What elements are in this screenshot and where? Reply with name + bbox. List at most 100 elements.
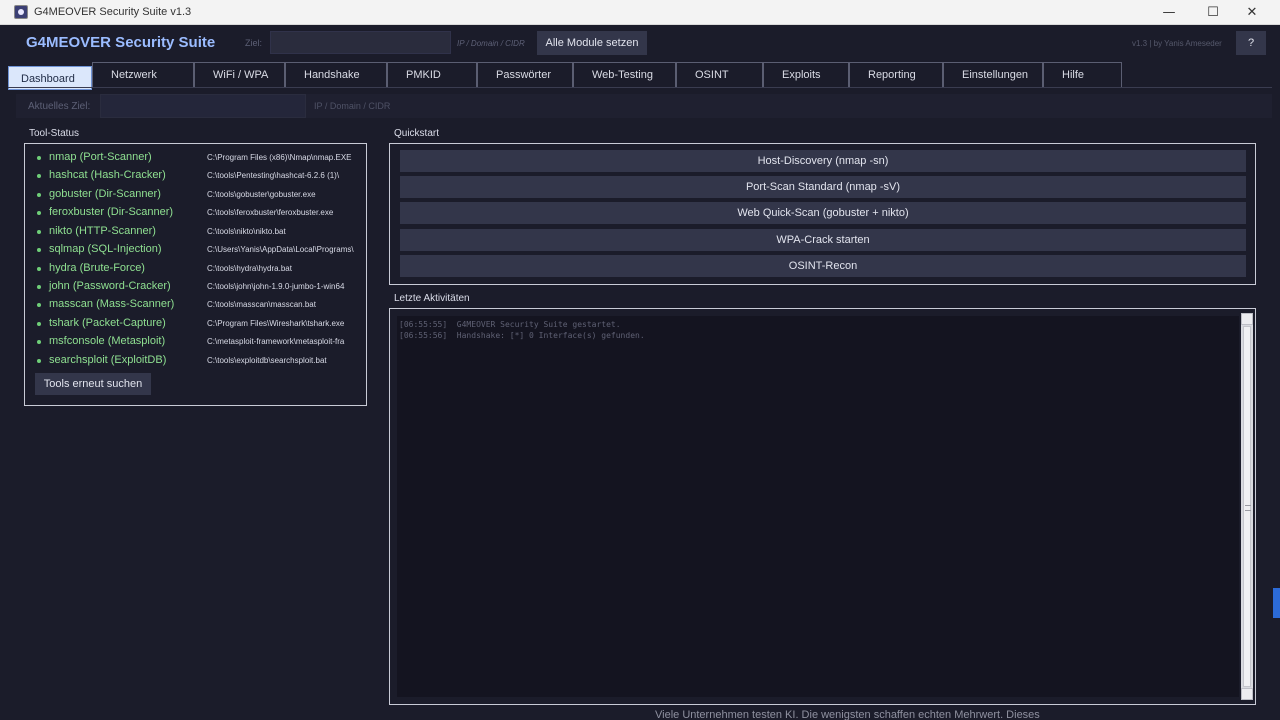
tool-path: C:\tools\john\john-1.9.0-jumbo-1-win64	[207, 282, 345, 291]
tool-name: hashcat (Hash-Cracker)	[49, 169, 166, 181]
app-header: G4MEOVER Security Suite Ziel: IP / Domai…	[0, 25, 1280, 61]
background-window-edge	[1273, 588, 1280, 618]
tool-path: C:\Users\Yanis\AppData\Local\Programs\	[207, 245, 354, 254]
tool-path: C:\Program Files (x86)\Nmap\nmap.EXE	[207, 153, 352, 162]
maximize-icon[interactable]: ☐	[1191, 0, 1235, 25]
status-dot-icon	[37, 248, 41, 252]
tab-osint[interactable]: OSINT	[676, 62, 763, 87]
tool-path: C:\tools\masscan\masscan.bat	[207, 300, 316, 309]
target-label: Ziel:	[245, 38, 263, 48]
tool-name: hydra (Brute-Force)	[49, 262, 145, 274]
status-dot-icon	[37, 211, 41, 215]
tool-path: C:\tools\gobuster\gobuster.exe	[207, 190, 316, 199]
status-dot-icon	[37, 322, 41, 326]
current-target-hint: IP / Domain / CIDR	[314, 101, 391, 111]
scroll-up-icon[interactable]	[1241, 313, 1253, 325]
host-discovery-button[interactable]: Host-Discovery (nmap -sn)	[400, 150, 1246, 172]
help-button[interactable]: ?	[1236, 31, 1266, 55]
tool-row: feroxbuster (Dir-Scanner) C:\tools\ferox…	[37, 205, 362, 221]
tool-row: hydra (Brute-Force) C:\tools\hydra\hydra…	[37, 261, 362, 277]
status-dot-icon	[37, 340, 41, 344]
quickstart-panel: Host-Discovery (nmap -sn) Port-Scan Stan…	[389, 143, 1256, 285]
tool-path: C:\tools\feroxbuster\feroxbuster.exe	[207, 208, 334, 217]
status-dot-icon	[37, 267, 41, 271]
tool-path: C:\metasploit-framework\metasploit-fra	[207, 337, 345, 346]
tab-reporting[interactable]: Reporting	[849, 62, 943, 87]
quickstart-title: Quickstart	[394, 128, 440, 139]
tool-name: john (Password-Cracker)	[49, 280, 171, 292]
tool-row: hashcat (Hash-Cracker) C:\tools\Pentesti…	[37, 168, 362, 184]
tool-row: msfconsole (Metasploit) C:\metasploit-fr…	[37, 334, 362, 350]
tool-path: C:\tools\Pentesting\hashcat-6.2.6 (1)\	[207, 171, 340, 180]
tab-passwoerter[interactable]: Passwörter	[477, 62, 573, 87]
status-dot-icon	[37, 230, 41, 234]
tool-name: sqlmap (SQL-Injection)	[49, 243, 162, 255]
tool-name: feroxbuster (Dir-Scanner)	[49, 206, 174, 218]
status-dot-icon	[37, 303, 41, 307]
current-target-label: Aktuelles Ziel:	[28, 101, 91, 112]
tool-name: msfconsole (Metasploit)	[49, 335, 166, 347]
current-target-input[interactable]	[100, 94, 306, 118]
tool-name: masscan (Mass-Scanner)	[49, 298, 175, 310]
tool-path: C:\tools\nikto\nikto.bat	[207, 227, 286, 236]
tool-path: C:\Program Files\Wireshark\tshark.exe	[207, 319, 345, 328]
log-line: [06:55:56] Handshake: [*] 0 Interface(s)…	[399, 331, 645, 340]
minimize-icon[interactable]: —	[1147, 0, 1191, 25]
close-icon[interactable]: ✕	[1230, 0, 1274, 25]
status-dot-icon	[37, 359, 41, 363]
tool-path: C:\tools\exploitdb\searchsploit.bat	[207, 356, 327, 365]
tab-hilfe[interactable]: Hilfe	[1043, 62, 1122, 87]
tool-row: nmap (Port-Scanner) C:\Program Files (x8…	[37, 150, 362, 166]
tool-row: searchsploit (ExploitDB) C:\tools\exploi…	[37, 353, 362, 369]
current-target-row: Aktuelles Ziel: IP / Domain / CIDR	[16, 94, 1272, 118]
tool-name: nikto (HTTP-Scanner)	[49, 225, 156, 237]
tool-name: tshark (Packet-Capture)	[49, 317, 166, 329]
version-label: v1.3 | by Yanis Ameseder	[1132, 39, 1222, 48]
activity-log[interactable]: [06:55:55] G4MEOVER Security Suite gesta…	[397, 316, 1239, 697]
tab-exploits[interactable]: Exploits	[763, 62, 849, 87]
status-dot-icon	[37, 193, 41, 197]
status-dot-icon	[37, 174, 41, 178]
tool-row: tshark (Packet-Capture) C:\Program Files…	[37, 316, 362, 332]
scroll-thumb[interactable]	[1243, 326, 1251, 687]
scroll-down-icon[interactable]	[1241, 688, 1253, 700]
rescan-tools-button[interactable]: Tools erneut suchen	[35, 373, 151, 395]
wpa-crack-button[interactable]: WPA-Crack starten	[400, 229, 1246, 251]
set-all-modules-button[interactable]: Alle Module setzen	[537, 31, 647, 55]
tool-row: john (Password-Cracker) C:\tools\john\jo…	[37, 279, 362, 295]
tab-handshake[interactable]: Handshake	[285, 62, 387, 87]
tool-row: sqlmap (SQL-Injection) C:\Users\Yanis\Ap…	[37, 242, 362, 258]
background-window-text: Viele Unternehmen testen KI. Die wenigst…	[655, 709, 1040, 720]
tool-status-panel: nmap (Port-Scanner) C:\Program Files (x8…	[24, 143, 367, 406]
tab-wifi-wpa[interactable]: WiFi / WPA	[194, 62, 285, 87]
log-line: [06:55:55] G4MEOVER Security Suite gesta…	[399, 320, 621, 329]
tab-divider	[8, 87, 1272, 88]
tool-path: C:\tools\hydra\hydra.bat	[207, 264, 292, 273]
status-dot-icon	[37, 156, 41, 160]
grip-icon	[1245, 505, 1251, 511]
tab-netzwerk[interactable]: Netzwerk	[92, 62, 194, 87]
activity-panel: [06:55:55] G4MEOVER Security Suite gesta…	[389, 308, 1256, 705]
tab-pmkid[interactable]: PMKID	[387, 62, 477, 87]
target-input[interactable]	[270, 31, 451, 54]
tool-name: gobuster (Dir-Scanner)	[49, 188, 161, 200]
activity-title: Letzte Aktivitäten	[394, 293, 470, 304]
web-quick-scan-button[interactable]: Web Quick-Scan (gobuster + nikto)	[400, 202, 1246, 224]
window-titlebar: G4MEOVER Security Suite v1.3 — ☐ ✕	[0, 0, 1280, 25]
target-hint: IP / Domain / CIDR	[457, 39, 525, 48]
tool-row: masscan (Mass-Scanner) C:\tools\masscan\…	[37, 297, 362, 313]
window-title: G4MEOVER Security Suite v1.3	[34, 6, 192, 18]
tool-row: nikto (HTTP-Scanner) C:\tools\nikto\nikt…	[37, 224, 362, 240]
app-title: G4MEOVER Security Suite	[26, 34, 216, 51]
tab-einstellungen[interactable]: Einstellungen	[943, 62, 1043, 87]
port-scan-button[interactable]: Port-Scan Standard (nmap -sV)	[400, 176, 1246, 198]
tool-name: searchsploit (ExploitDB)	[49, 354, 167, 366]
tool-row: gobuster (Dir-Scanner) C:\tools\gobuster…	[37, 187, 362, 203]
osint-recon-button[interactable]: OSINT-Recon	[400, 255, 1246, 277]
tab-web-testing[interactable]: Web-Testing	[573, 62, 676, 87]
tool-name: nmap (Port-Scanner)	[49, 151, 152, 163]
log-scrollbar[interactable]	[1241, 313, 1253, 700]
tool-status-title: Tool-Status	[29, 128, 80, 139]
status-dot-icon	[37, 285, 41, 289]
app-icon	[14, 5, 28, 19]
